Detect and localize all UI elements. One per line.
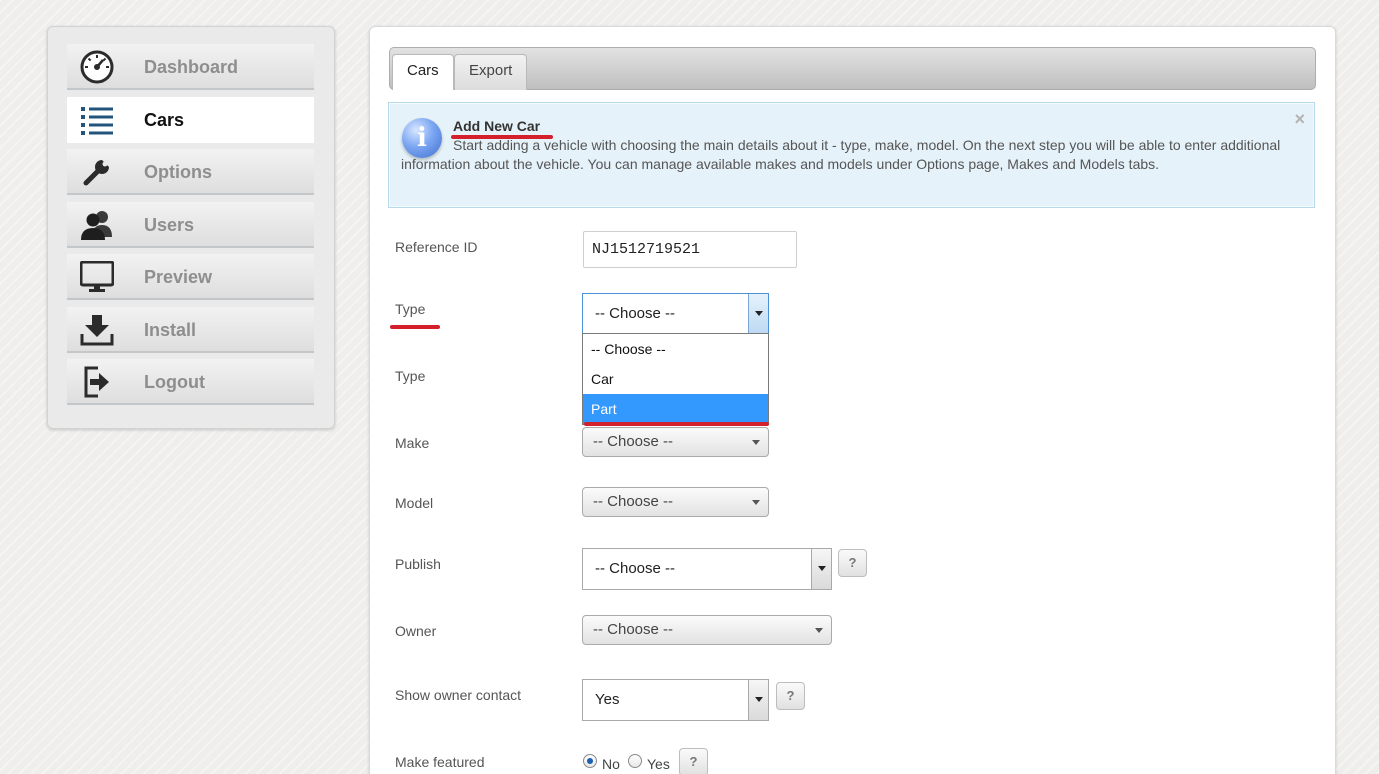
monitor-icon [79, 260, 115, 294]
publish-select-value: -- Choose -- [595, 560, 676, 577]
chevron-down-icon[interactable] [811, 549, 831, 589]
sidebar-item-label: Logout [144, 372, 205, 392]
sidebar-item-preview[interactable]: Preview [67, 254, 314, 300]
chevron-down-icon [752, 440, 760, 445]
sidebar-item-logout[interactable]: Logout [67, 359, 314, 405]
sidebar-item-install[interactable]: Install [67, 306, 314, 353]
users-icon [79, 208, 115, 242]
list-icon [79, 103, 115, 137]
option-annotation-underline [584, 422, 769, 426]
main-panel: Cars Export i Add New Car Start adding a… [369, 26, 1336, 774]
sidebar-item-options[interactable]: Options [67, 149, 314, 195]
info-box: i Add New Car Start adding a vehicle wit… [388, 102, 1315, 208]
logout-icon [79, 365, 115, 399]
reference-id-input[interactable]: NJ1512719521 [583, 231, 797, 268]
make-featured-help-button[interactable]: ? [679, 748, 708, 774]
owner-label: Owner [395, 623, 437, 639]
make-featured-yes-radio[interactable] [628, 754, 642, 768]
type-option-part[interactable]: Part [583, 394, 768, 424]
show-owner-contact-select[interactable]: Yes [582, 679, 769, 721]
tab-bar: Cars Export [389, 47, 1316, 90]
close-icon[interactable]: × [1294, 109, 1305, 130]
make-featured-label: Make featured [395, 754, 485, 770]
chevron-down-icon [752, 500, 760, 505]
type-option-car[interactable]: Car [583, 364, 768, 394]
sidebar-item-label: Options [144, 162, 212, 182]
reference-id-label: Reference ID [395, 239, 478, 255]
sidebar-item-users[interactable]: Users [67, 201, 314, 248]
dashboard-gauge-icon [79, 50, 115, 84]
make-featured-no-radio[interactable] [583, 754, 597, 768]
tab-cars[interactable]: Cars [392, 54, 454, 90]
tab-export[interactable]: Export [454, 54, 528, 90]
type-annotation-underline [390, 325, 440, 329]
make-select-value: -- Choose -- [593, 433, 674, 450]
info-text: Start adding a vehicle with choosing the… [401, 137, 1281, 172]
type-label: Type [395, 301, 426, 317]
type-option-choose[interactable]: -- Choose -- [583, 334, 768, 364]
owner-select-value: -- Choose -- [593, 621, 674, 638]
sidebar-item-label: Preview [144, 267, 213, 287]
chevron-down-icon[interactable] [748, 294, 768, 334]
make-featured-yes-label: Yes [647, 756, 670, 772]
sidebar-nav: Dashboard Cars Options Users Preview Ins… [47, 26, 335, 429]
sidebar-item-cars[interactable]: Cars [67, 96, 314, 143]
show-owner-contact-help-button[interactable]: ? [776, 682, 805, 710]
publish-help-button[interactable]: ? [838, 549, 867, 577]
sidebar-item-label: Users [144, 214, 195, 235]
show-owner-contact-label: Show owner contact [395, 687, 522, 703]
sidebar-item-label: Cars [144, 109, 185, 130]
publish-select[interactable]: -- Choose -- [582, 548, 832, 590]
make-select[interactable]: -- Choose -- [582, 427, 769, 457]
type-select-value: -- Choose -- [595, 305, 676, 322]
wrench-icon [79, 155, 115, 189]
model-select-value: -- Choose -- [593, 493, 674, 510]
info-title: Add New Car [453, 118, 541, 134]
type-dropdown-list: -- Choose -- Car Part [582, 333, 769, 425]
chevron-down-icon [815, 628, 823, 633]
owner-select[interactable]: -- Choose -- [582, 615, 832, 645]
show-owner-contact-value: Yes [595, 691, 620, 708]
chevron-down-icon[interactable] [748, 680, 768, 720]
publish-label: Publish [395, 556, 441, 572]
download-icon [79, 313, 115, 347]
sidebar-item-label: Dashboard [144, 57, 239, 77]
make-featured-no-label: No [602, 756, 620, 772]
make-label: Make [395, 435, 430, 451]
sidebar-item-dashboard[interactable]: Dashboard [67, 44, 314, 90]
model-label: Model [395, 495, 434, 511]
type-select[interactable]: -- Choose -- [582, 293, 769, 335]
sidebar-item-label: Install [144, 319, 197, 340]
model-select[interactable]: -- Choose -- [582, 487, 769, 517]
type-label-secondary: Type [395, 368, 426, 384]
